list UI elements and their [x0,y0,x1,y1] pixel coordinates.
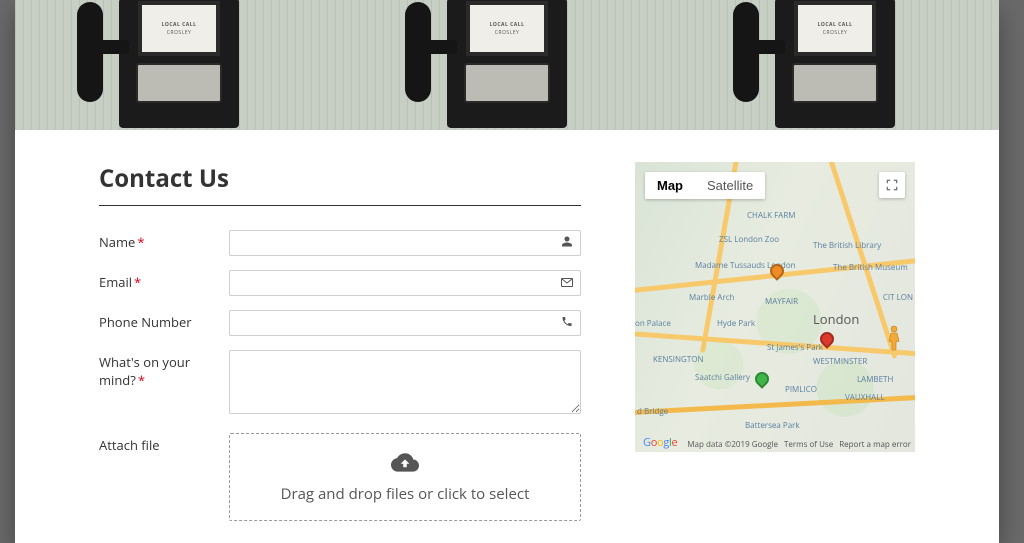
hero-phone-2: LOCAL CALL CROSLEY [343,0,671,130]
poi-kensington: KENSINGTON [653,354,703,365]
poi-palace: on Palace [635,318,671,329]
map-column: CHALK FARM ZSL London Zoo The British Li… [635,162,915,535]
poi-cit: CIT LON [883,292,913,303]
page: LOCAL CALL CROSLEY LOCAL CALL CROSLEY LO [15,0,999,543]
content-area: Contact Us Name* Email* [15,130,999,535]
cloud-upload-icon [391,451,419,478]
poi-marble-arch: Marble Arch [689,292,734,303]
poi-hyde-park: Hyde Park [717,318,755,329]
fullscreen-button[interactable] [879,172,905,198]
title-divider [99,205,581,206]
poi-st-james: St James's Park [767,342,823,353]
message-label: What's on your mind?* [99,350,229,389]
map-type-map-button[interactable]: Map [645,172,695,199]
poi-british-library: The British Library [813,240,881,251]
phone-label: Phone Number [99,310,229,331]
name-input[interactable] [229,230,581,256]
map-footer: Google Map data ©2019 Google Terms of Us… [639,439,911,450]
poi-westminster: WESTMINSTER [813,356,867,367]
poi-zoo: ZSL London Zoo [719,234,779,245]
poi-battersea: Battersea Park [745,420,800,431]
poi-saatchi: Saatchi Gallery [695,372,750,383]
name-label: Name* [99,230,229,251]
poi-british-museum: The British Museum [833,262,908,273]
map-attribution: Map data ©2019 Google [687,439,778,450]
poi-vauxhall: VAUXHALL [845,392,885,403]
dropzone-text: Drag and drop files or click to select [281,484,530,504]
map-type-satellite-button[interactable]: Satellite [695,172,765,199]
location-map[interactable]: CHALK FARM ZSL London Zoo The British Li… [635,162,915,452]
map-report-link[interactable]: Report a map error [839,439,911,450]
attach-label: Attach file [99,433,229,454]
poi-bridge: d Bridge [637,406,668,417]
page-title: Contact Us [99,162,581,195]
email-label: Email* [99,270,229,291]
poi-pimlico: PIMLICO [785,384,817,395]
map-type-control: Map Satellite [645,172,765,199]
map-terms-link[interactable]: Terms of Use [784,439,833,450]
hero-phone-1: LOCAL CALL CROSLEY [15,0,343,130]
hero-phone-3: LOCAL CALL CROSLEY [671,0,999,130]
file-dropzone[interactable]: Drag and drop files or click to select [229,433,581,521]
poi-chalk-farm: CHALK FARM [747,210,795,221]
google-logo: Google [643,435,677,450]
pegman-icon[interactable] [881,322,907,354]
phone-input[interactable] [229,310,581,336]
poi-lambeth: LAMBETH [857,374,893,385]
email-input[interactable] [229,270,581,296]
hero-banner: LOCAL CALL CROSLEY LOCAL CALL CROSLEY LO [15,0,999,130]
city-label: London [813,310,859,328]
contact-form: Contact Us Name* Email* [99,162,581,535]
poi-mayfair: MAYFAIR [765,296,798,307]
message-textarea[interactable] [229,350,581,414]
